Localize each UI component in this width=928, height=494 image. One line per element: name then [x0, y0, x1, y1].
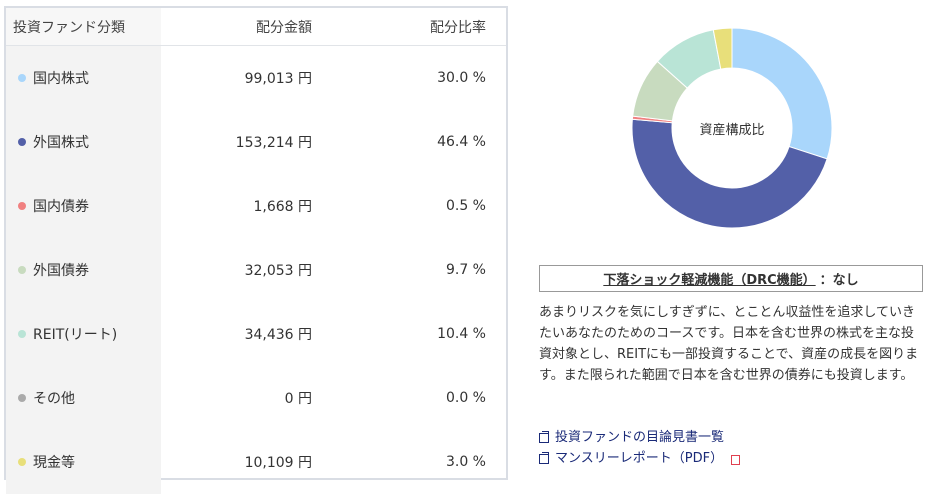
ratio-cell: 46.4 % [437, 134, 486, 150]
allocation-table: 投資ファンド分類 配分金額 配分比率 国内株式 99,013 円 30.0 % 外国株… [4, 6, 508, 494]
ratio-cell: 30.0 % [437, 70, 486, 86]
amount-cell: 10,109 円 [244, 455, 312, 471]
prospectus-link-label: 投資ファンドの目論見書一覧 [555, 430, 725, 445]
amount-cell: 1,668 円 [253, 199, 312, 215]
fund-class-cell: 現金等 [6, 430, 161, 494]
drc-status: 下落ショック軽減機能（DRC機能） ：なし [539, 265, 923, 292]
amount-cell: 99,013 円 [244, 71, 312, 87]
header-amount: 配分金額 [161, 8, 318, 46]
legend-dot [18, 202, 26, 210]
fund-class-cell: その他 [6, 366, 161, 430]
monthly-report-link[interactable]: マンスリーレポート（PDF） [539, 448, 741, 469]
monthly-report-link-label: マンスリーレポート（PDF） [555, 451, 724, 466]
fund-class-name: 国内債券 [33, 199, 89, 215]
fund-class-cell: 国内債券 [6, 174, 161, 238]
fund-class-cell: REIT(リート) [6, 302, 161, 366]
external-link-icon [539, 451, 549, 464]
fund-class-name: その他 [33, 391, 75, 407]
table-header-row: 投資ファンド分類 配分金額 配分比率 [6, 8, 506, 46]
legend-dot [18, 458, 26, 466]
fund-class-cell: 外国株式 [6, 110, 161, 174]
fund-class-name: 国内株式 [33, 71, 89, 87]
ratio-cell: 0.5 % [445, 198, 486, 214]
header-fund-class: 投資ファンド分類 [6, 8, 161, 46]
ratio-cell: 3.0 % [445, 454, 486, 470]
table-row: 国内債券 1,668 円 0.5 % [6, 174, 506, 238]
table-row: 外国株式 153,214 円 46.4 % [6, 110, 506, 174]
ratio-cell: 10.4 % [437, 326, 486, 342]
amount-cell: 32,053 円 [244, 263, 312, 279]
header-ratio: 配分比率 [318, 8, 506, 46]
table-row: 外国債券 32,053 円 9.7 % [6, 238, 506, 302]
chart-title: 資産構成比 [699, 122, 765, 138]
fund-class-name: 外国株式 [33, 135, 89, 151]
prospectus-link[interactable]: 投資ファンドの目論見書一覧 [539, 427, 740, 448]
table-row: その他 0 円 0.0 % [6, 366, 506, 430]
amount-cell: 0 円 [284, 391, 312, 407]
fund-class-name: 外国債券 [33, 263, 89, 279]
fund-class-name: 現金等 [33, 455, 75, 471]
ratio-cell: 9.7 % [445, 262, 486, 278]
ratio-cell: 0.0 % [445, 390, 486, 406]
amount-cell: 153,214 円 [235, 135, 312, 151]
drc-value: ：なし [819, 273, 859, 288]
pdf-icon [731, 454, 741, 465]
legend-dot [18, 266, 26, 274]
fund-class-name: REIT(リート) [33, 327, 118, 343]
table-row: 現金等 10,109 円 3.0 % [6, 430, 506, 494]
legend-dot [18, 74, 26, 82]
drc-label: 下落ショック軽減機能（DRC機能） [603, 273, 816, 288]
legend-dot [18, 138, 26, 146]
course-description: あまりリスクを気にしすぎずに、とことん収益性を追求していきたいあなたのためのコー… [539, 305, 919, 383]
fund-class-cell: 外国債券 [6, 238, 161, 302]
amount-cell: 34,436 円 [244, 327, 312, 343]
table-row: REIT(リート) 34,436 円 10.4 % [6, 302, 506, 366]
legend-dot [18, 394, 26, 402]
legend-dot [18, 330, 26, 338]
allocation-donut-chart: 資産構成比 [624, 20, 840, 236]
fund-class-cell: 国内株式 [6, 45, 161, 110]
table-row: 国内株式 99,013 円 30.0 % [6, 45, 506, 110]
external-link-icon [539, 430, 549, 443]
document-links: 投資ファンドの目論見書一覧 マンスリーレポート（PDF） [539, 427, 741, 469]
